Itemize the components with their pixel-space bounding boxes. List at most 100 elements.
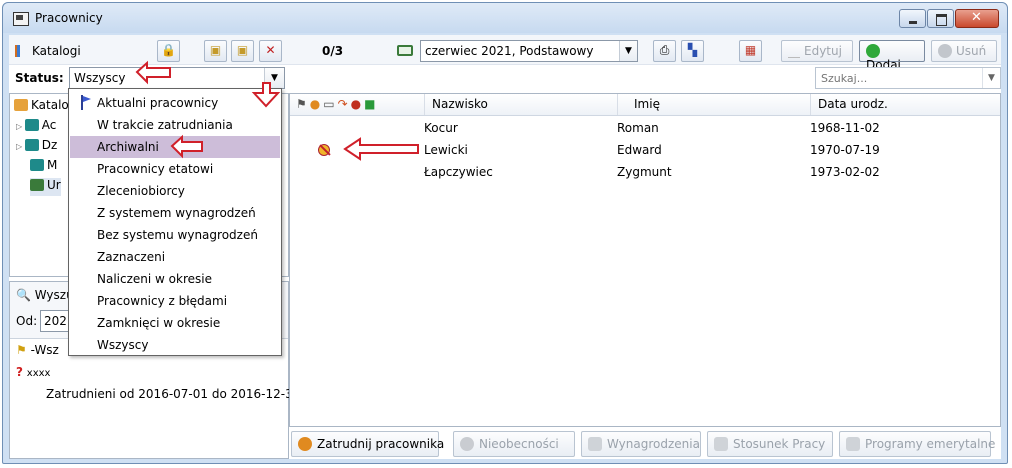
tree-item[interactable]: Ur <box>30 178 61 196</box>
add-catalog-button[interactable]: ▣ <box>204 40 227 62</box>
status-option-label: Bez systemu wynagrodzeń <box>97 228 258 242</box>
delete-button[interactable]: Usuń <box>931 40 997 62</box>
people-icon <box>14 99 28 111</box>
close-button[interactable] <box>955 9 999 28</box>
column-separator <box>810 94 811 115</box>
catalogs-header[interactable]: Katalogi <box>15 44 81 58</box>
status-option[interactable]: Z systemem wynagrodzeń <box>70 202 280 224</box>
hire-employee-button[interactable]: Zatrudnij pracownika <box>291 431 444 457</box>
absences-label: Nieobecności <box>479 437 559 451</box>
question-icon: ? <box>16 365 23 379</box>
export-button[interactable]: ▚ <box>681 40 704 62</box>
expand-icon[interactable]: ▷ <box>16 142 25 151</box>
catalog-tree-icon <box>15 45 27 57</box>
search-field[interactable]: ▼ <box>815 67 1001 89</box>
status-option[interactable]: Zaznaczeni <box>70 246 280 268</box>
status-option-label: Zleceniobiorcy <box>97 184 185 198</box>
tree-item[interactable]: ▷ Dz <box>16 138 57 156</box>
col-first-name[interactable]: Imię <box>634 97 660 111</box>
status-select[interactable]: Wszyscy ▼ <box>69 67 285 89</box>
people-icon <box>846 437 860 451</box>
hire-label: Zatrudnij pracownika <box>317 437 445 451</box>
chevron-down-icon[interactable]: ▼ <box>264 68 284 88</box>
salaries-button[interactable]: Wynagrodzenia <box>581 431 701 457</box>
add-button[interactable]: Dodaj <box>859 40 925 72</box>
employment-contract-button[interactable]: Stosunek Pracy <box>707 431 833 457</box>
delete-catalog-button[interactable]: ✕ <box>259 40 282 62</box>
cell-birth-date: 1968-11-02 <box>810 121 880 135</box>
status-dropdown-list: Aktualni pracownicy W trakcie zatrudnian… <box>68 88 282 356</box>
status-option-selected[interactable]: Archiwalni <box>70 136 280 158</box>
filter-item[interactable]: ? xxxx <box>16 365 50 379</box>
absences-button[interactable]: Nieobecności <box>453 431 575 457</box>
info-icon <box>460 437 474 451</box>
tree-label: Dz <box>41 138 58 152</box>
search-section[interactable]: 🔍 Wyszu <box>16 288 74 302</box>
col-birth-date[interactable]: Data urodz. <box>818 97 888 111</box>
redo-icon: ↷ <box>337 97 351 111</box>
record-count: 0/3 <box>322 44 344 58</box>
period-select[interactable]: czerwiec 2021, Podstawowy ▼ <box>420 40 638 62</box>
status-option-label: Archiwalni <box>97 140 159 154</box>
chevron-down-icon[interactable]: ▼ <box>619 41 637 61</box>
folder-add-icon: ▣ <box>209 43 222 57</box>
status-option-label: Naliczeni w okresie <box>97 272 212 286</box>
status-option[interactable]: Zamknięci w okresie <box>70 312 280 334</box>
title-bar: Pracownicy <box>3 3 1007 33</box>
pension-programs-button[interactable]: Programy emerytalne <box>839 431 995 457</box>
delete-x-icon: ✕ <box>265 43 276 57</box>
cell-first-name: Zygmunt <box>617 165 672 179</box>
plus-icon <box>866 44 880 58</box>
contract-icon <box>714 437 728 451</box>
status-option[interactable]: Naliczeni w okresie <box>70 268 280 290</box>
edit-button[interactable]: Edytuj <box>781 40 853 62</box>
filter-item[interactable]: Zatrudnieni od 2016-07-01 do 2016-12-31 <box>46 387 300 401</box>
lock-icon: 🔒 <box>161 43 176 57</box>
table-row[interactable]: Kocur Roman 1968-11-02 <box>290 118 1000 140</box>
cell-surname: Lewicki <box>424 143 468 157</box>
cell-surname: Łapczywiec <box>424 165 493 179</box>
archived-status-icon <box>318 144 330 156</box>
status-option[interactable]: Aktualni pracownicy <box>70 92 280 114</box>
folder-edit-icon: ▣ <box>236 43 249 57</box>
filter-item[interactable]: ⚑ -Wsz <box>16 343 59 357</box>
cell-birth-date: 1973-02-02 <box>810 165 880 179</box>
printer-icon: ⎙ <box>659 43 670 57</box>
col-surname[interactable]: Nazwisko <box>432 97 488 111</box>
minimize-button[interactable] <box>899 9 926 28</box>
person-alert-icon: ● <box>350 97 365 111</box>
minus-icon <box>938 44 952 58</box>
status-option[interactable]: Wszyscy <box>70 334 280 356</box>
search-input[interactable] <box>819 69 983 87</box>
books-icon <box>30 159 44 171</box>
tree-item[interactable]: M <box>30 158 57 176</box>
filter-list: ⚑ -Wsz ? xxxx Zatrudnieni od 2016-07-01 … <box>10 338 300 458</box>
main-toolbar: Katalogi 🔒 ▣ ▣ ✕ 0/3 czerwiec 2021, Pods… <box>9 35 1001 72</box>
status-option[interactable]: Bez systemu wynagrodzeń <box>70 224 280 246</box>
lock-button[interactable]: 🔒 <box>157 40 180 62</box>
status-option[interactable]: Pracownicy z błędami <box>70 290 280 312</box>
status-option-label: Pracownicy etatowi <box>97 162 214 176</box>
status-option-label: Zamknięci w okresie <box>97 316 221 330</box>
maximize-button[interactable] <box>927 9 954 28</box>
table-row[interactable]: Łapczywiec Zygmunt 1973-02-02 <box>290 162 1000 184</box>
status-option-label: Aktualni pracownicy <box>97 96 219 110</box>
status-label: Status: <box>15 71 64 85</box>
edit-label: Edytuj <box>804 44 842 58</box>
export-icon: ▚ <box>687 43 698 57</box>
expand-icon[interactable]: ▷ <box>16 122 25 131</box>
columns-button[interactable]: ▦ <box>739 40 762 62</box>
status-option-label: Zaznaczeni <box>97 250 166 264</box>
table-row[interactable]: Lewicki Edward 1970-07-19 <box>290 140 1000 162</box>
chevron-down-icon[interactable]: ▼ <box>982 68 1000 88</box>
tree-item[interactable]: ▷ Ac <box>16 118 56 136</box>
flag-icon <box>79 95 93 111</box>
edit-catalog-button[interactable]: ▣ <box>231 40 254 62</box>
status-option[interactable]: W trakcie zatrudniania <box>70 114 280 136</box>
tree-label: Ur <box>47 178 61 192</box>
status-option[interactable]: Zleceniobiorcy <box>70 180 280 202</box>
print-button[interactable]: ⎙ <box>653 40 676 62</box>
status-option[interactable]: Pracownicy etatowi <box>70 158 280 180</box>
magnifier-icon: 🔍 <box>16 288 31 302</box>
grid-header: ⚑●▭↷●■ Nazwisko Imię Data urodz. <box>290 94 1000 116</box>
